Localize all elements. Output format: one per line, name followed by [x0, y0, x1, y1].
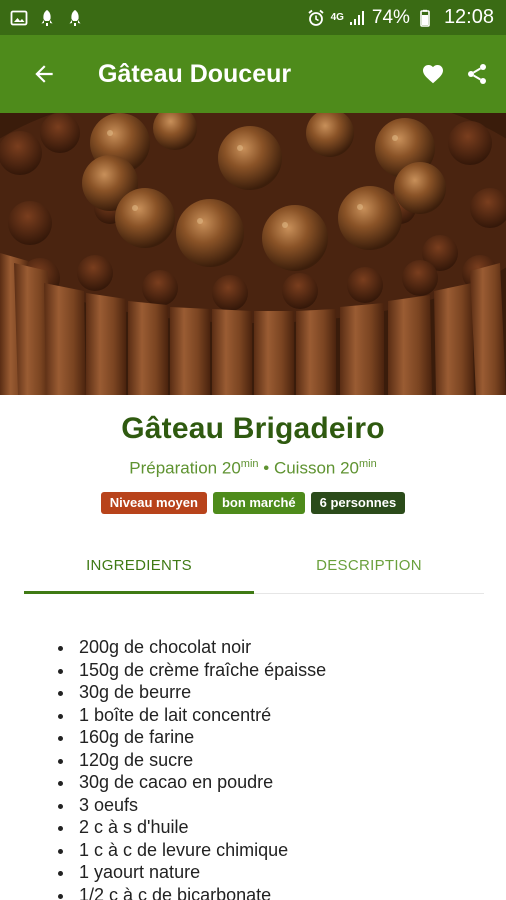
ingredient-item: 2 c à s d'huile: [58, 816, 488, 839]
ingredient-item: 200g de chocolat noir: [58, 636, 488, 659]
share-button[interactable]: [462, 59, 492, 89]
rocket-icon: [38, 9, 56, 27]
cook-unit: min: [359, 458, 377, 470]
ingredient-item: 120g de sucre: [58, 749, 488, 772]
image-icon: [10, 9, 28, 27]
ingredient-item: 3 oeufs: [58, 794, 488, 817]
prep-label: Préparation: [129, 458, 218, 478]
app-title: Gâteau Douceur: [98, 59, 292, 88]
back-arrow-icon: [35, 65, 53, 83]
recipe-badges: Niveau moyen bon marché 6 personnes: [0, 491, 506, 514]
ingredient-item: 1/2 c à c de bicarbonate: [58, 884, 488, 900]
time-separator: •: [263, 458, 270, 478]
app-actions: [418, 59, 492, 89]
prep-unit: min: [240, 458, 259, 470]
recipe-header: Gâteau Brigadeiro Préparation 20min • Cu…: [0, 412, 506, 514]
battery-icon: [416, 9, 434, 27]
back-button[interactable]: [20, 50, 68, 98]
price-badge: bon marché: [212, 491, 305, 514]
alarm-icon: [307, 9, 325, 27]
clock: 12:08: [443, 6, 494, 28]
ingredient-item: 1 boîte de lait concentré: [58, 704, 488, 727]
servings-badge: 6 personnes: [310, 491, 406, 514]
recipe-photo: [0, 113, 506, 395]
status-bar: 4G 74% 12:08: [0, 0, 506, 35]
ingredient-item: 1 c à c de levure chimique: [58, 839, 488, 862]
recipe-title: Gâteau Brigadeiro: [121, 412, 385, 445]
cook-value: 20: [340, 458, 360, 478]
tab-description[interactable]: DESCRIPTION: [254, 538, 484, 593]
cook-label: Cuisson: [273, 458, 336, 478]
rocket-icon: [66, 9, 84, 27]
ingredient-item: 1 yaourt nature: [58, 861, 488, 884]
network-type: 4G: [330, 12, 344, 23]
ingredients-list: 200g de chocolat noir 150g de crème fraî…: [58, 636, 488, 900]
recipe-tabs: INGREDIENTS DESCRIPTION: [24, 538, 484, 594]
status-bar-system: 4G 74% 12:08: [307, 6, 494, 29]
recipe-times: Préparation 20min • Cuisson 20min: [0, 458, 506, 479]
share-icon: [468, 64, 486, 84]
prep-value: 20: [221, 458, 241, 478]
ingredient-item: 160g de farine: [58, 726, 488, 749]
heart-icon: [423, 65, 443, 84]
ingredient-item: 30g de cacao en poudre: [58, 771, 488, 794]
ingredient-item: 30g de beurre: [58, 681, 488, 704]
tab-ingredients[interactable]: INGREDIENTS: [24, 538, 254, 594]
signal-icon: [348, 9, 366, 27]
app-bar: Gâteau Douceur: [0, 35, 506, 113]
difficulty-badge: Niveau moyen: [100, 491, 207, 514]
favorite-button[interactable]: [418, 59, 448, 89]
ingredient-item: 150g de crème fraîche épaisse: [58, 659, 488, 682]
status-bar-notifications: [10, 9, 84, 27]
battery-percent: 74%: [371, 6, 410, 28]
